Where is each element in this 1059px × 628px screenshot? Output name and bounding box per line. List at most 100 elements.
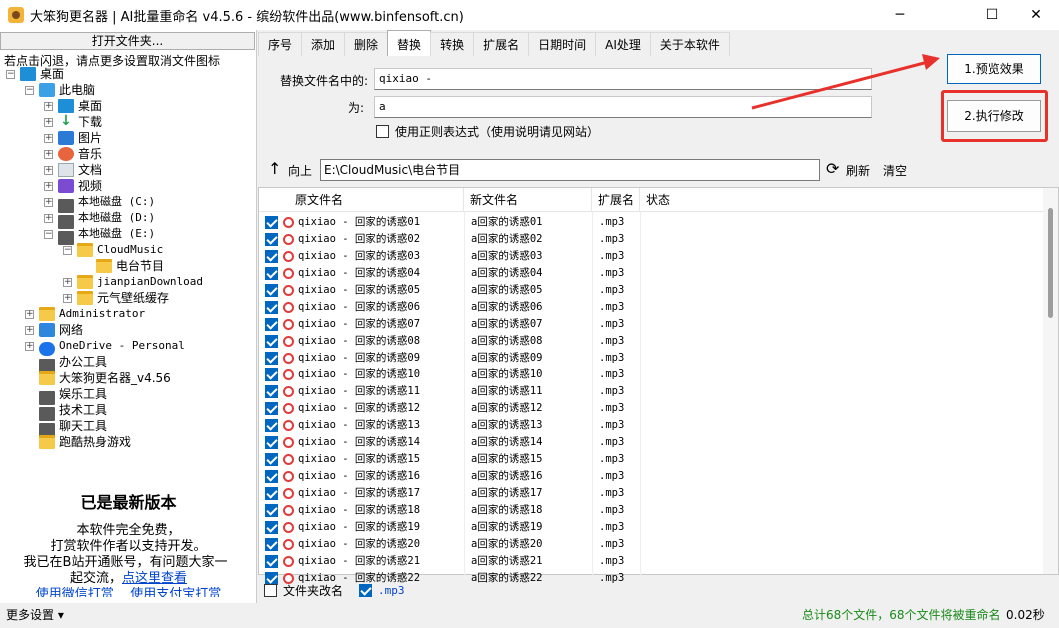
- row-checkbox[interactable]: [265, 249, 278, 263]
- folder-rename-checkbox[interactable]: [264, 583, 277, 597]
- tree-item[interactable]: 电台节目: [0, 258, 257, 274]
- row-checkbox[interactable]: [265, 385, 278, 399]
- row-checkbox[interactable]: [265, 537, 278, 551]
- tree-item[interactable]: + 本地磁盘 (D:): [0, 210, 257, 229]
- tree-item[interactable]: + 网络: [0, 322, 257, 338]
- clear-button[interactable]: 清空: [883, 162, 907, 179]
- up-arrow-icon[interactable]: ↑: [268, 159, 281, 178]
- row-checkbox[interactable]: [265, 503, 278, 517]
- more-settings-menu[interactable]: 更多设置 ▾: [0, 603, 257, 628]
- expand-icon[interactable]: +: [63, 294, 72, 303]
- row-checkbox[interactable]: [265, 520, 278, 534]
- expand-icon[interactable]: +: [25, 326, 34, 335]
- bilibili-link[interactable]: 点这里查看: [122, 571, 187, 586]
- row-checkbox[interactable]: [265, 300, 278, 314]
- tree-item[interactable]: 办公工具: [0, 354, 257, 373]
- table-row[interactable]: qixiao - 回家的诱惑02 a回家的诱惑02 .mp3: [259, 231, 1044, 248]
- row-checkbox[interactable]: [265, 232, 278, 246]
- row-checkbox[interactable]: [265, 317, 278, 331]
- table-row[interactable]: qixiao - 回家的诱惑11 a回家的诱惑11 .mp3: [259, 383, 1044, 400]
- expand-icon[interactable]: +: [63, 278, 72, 287]
- refresh-icon[interactable]: ⟳: [826, 159, 839, 178]
- collapse-icon[interactable]: −: [63, 246, 72, 255]
- tree-item[interactable]: − 本地磁盘 (E:): [0, 226, 257, 245]
- row-checkbox[interactable]: [265, 419, 278, 433]
- expand-icon[interactable]: +: [44, 182, 53, 191]
- col-original-name[interactable]: 原文件名: [289, 188, 464, 212]
- tree-item[interactable]: + 元气壁纸缓存: [0, 290, 257, 306]
- table-row[interactable]: qixiao - 回家的诱惑08 a回家的诱惑08 .mp3: [259, 333, 1044, 350]
- row-checkbox[interactable]: [265, 487, 278, 500]
- row-checkbox[interactable]: [265, 351, 278, 365]
- tree-item[interactable]: + jianpianDownload: [0, 274, 257, 290]
- table-row[interactable]: qixiao - 回家的诱惑15 a回家的诱惑15 .mp3: [259, 451, 1044, 468]
- tree-item[interactable]: + ↓ 下载: [0, 114, 257, 130]
- table-row[interactable]: qixiao - 回家的诱惑03 a回家的诱惑03 .mp3: [259, 248, 1044, 265]
- up-button[interactable]: 向上: [288, 162, 312, 179]
- tree-item[interactable]: + 图片: [0, 130, 257, 146]
- tree-item[interactable]: + 视频: [0, 178, 257, 194]
- row-checkbox[interactable]: [265, 554, 278, 568]
- expand-icon[interactable]: +: [44, 198, 53, 207]
- table-row[interactable]: qixiao - 回家的诱惑13 a回家的诱惑13 .mp3: [259, 417, 1044, 434]
- col-new-name[interactable]: 新文件名: [464, 188, 592, 212]
- table-row[interactable]: qixiao - 回家的诱惑06 a回家的诱惑06 .mp3: [259, 299, 1044, 316]
- open-folder-button[interactable]: 打开文件夹...: [0, 32, 255, 50]
- expand-icon[interactable]: +: [44, 166, 53, 175]
- table-row[interactable]: qixiao - 回家的诱惑19 a回家的诱惑19 .mp3: [259, 519, 1044, 536]
- table-row[interactable]: qixiao - 回家的诱惑05 a回家的诱惑05 .mp3: [259, 282, 1044, 299]
- close-button[interactable]: ✕: [1013, 0, 1059, 30]
- file-list[interactable]: 原文件名 新文件名 扩展名 状态 qixiao - 回家的诱惑01 a回家的诱惑0…: [258, 187, 1059, 585]
- table-row[interactable]: qixiao - 回家的诱惑10 a回家的诱惑10 .mp3: [259, 366, 1044, 383]
- table-row[interactable]: qixiao - 回家的诱惑04 a回家的诱惑04 .mp3: [259, 265, 1044, 282]
- row-checkbox[interactable]: [265, 368, 278, 382]
- tree-item[interactable]: 大笨狗更名器_v4.56: [0, 370, 257, 386]
- tree-item[interactable]: + 本地磁盘 (C:): [0, 194, 257, 213]
- tree-item[interactable]: − 桌面: [0, 66, 257, 82]
- table-row[interactable]: qixiao - 回家的诱惑14 a回家的诱惑14 .mp3: [259, 434, 1044, 451]
- table-row[interactable]: qixiao - 回家的诱惑17 a回家的诱惑17 .mp3: [259, 485, 1044, 502]
- tree-item[interactable]: + 桌面: [0, 98, 257, 114]
- row-checkbox[interactable]: [265, 334, 278, 348]
- vertical-scrollbar[interactable]: [1043, 188, 1058, 574]
- collapse-icon[interactable]: −: [25, 86, 34, 95]
- refresh-button[interactable]: 刷新: [846, 162, 870, 179]
- donate-links[interactable]: 使用微信打赏 使用支付宝打赏: [0, 587, 257, 597]
- row-checkbox[interactable]: [265, 436, 278, 450]
- row-checkbox[interactable]: [265, 266, 278, 280]
- row-checkbox[interactable]: [265, 283, 278, 297]
- collapse-icon[interactable]: −: [44, 230, 53, 239]
- table-row[interactable]: qixiao - 回家的诱惑09 a回家的诱惑09 .mp3: [259, 350, 1044, 367]
- table-row[interactable]: qixiao - 回家的诱惑18 a回家的诱惑18 .mp3: [259, 502, 1044, 519]
- expand-icon[interactable]: +: [44, 214, 53, 223]
- tree-item[interactable]: 聊天工具: [0, 418, 257, 437]
- tree-item[interactable]: 娱乐工具: [0, 386, 257, 405]
- tree-item[interactable]: + 文档: [0, 162, 257, 178]
- table-row[interactable]: qixiao - 回家的诱惑21 a回家的诱惑21 .mp3: [259, 553, 1044, 570]
- minimize-button[interactable]: ─: [877, 0, 923, 30]
- tree-item[interactable]: + Administrator: [0, 306, 257, 322]
- folder-tree[interactable]: − 桌面 − 此电脑 + 桌面 + ↓ 下载 + 图片 + 音乐 + 文档 + 视频 + 本地磁盘 (C:) + 本地磁…: [0, 66, 257, 450]
- row-checkbox[interactable]: [265, 216, 278, 229]
- maximize-button[interactable]: ☐: [969, 0, 1015, 30]
- collapse-icon[interactable]: −: [6, 70, 15, 79]
- tree-item[interactable]: + OneDrive - Personal: [0, 338, 257, 356]
- table-row[interactable]: qixiao - 回家的诱惑12 a回家的诱惑12 .mp3: [259, 400, 1044, 417]
- expand-icon[interactable]: +: [44, 134, 53, 143]
- ext-filter-checkbox[interactable]: [359, 583, 373, 597]
- col-extension[interactable]: 扩展名: [592, 188, 640, 212]
- table-row[interactable]: qixiao - 回家的诱惑01 a回家的诱惑01 .mp3: [259, 214, 1044, 231]
- tree-item[interactable]: 技术工具: [0, 402, 257, 421]
- tree-item[interactable]: − 此电脑: [0, 82, 257, 98]
- table-row[interactable]: qixiao - 回家的诱惑07 a回家的诱惑07 .mp3: [259, 316, 1044, 333]
- col-status[interactable]: 状态: [640, 188, 1044, 212]
- tree-item[interactable]: − CloudMusic: [0, 242, 257, 258]
- expand-icon[interactable]: +: [25, 310, 34, 319]
- path-input[interactable]: E:\CloudMusic\电台节目: [320, 159, 820, 181]
- table-row[interactable]: qixiao - 回家的诱惑16 a回家的诱惑16 .mp3: [259, 468, 1044, 485]
- tree-item[interactable]: 跑酷热身游戏: [0, 434, 257, 450]
- tree-item[interactable]: + 音乐: [0, 146, 257, 162]
- table-row[interactable]: qixiao - 回家的诱惑20 a回家的诱惑20 .mp3: [259, 536, 1044, 553]
- expand-icon[interactable]: +: [44, 150, 53, 159]
- scrollbar-thumb[interactable]: [1048, 208, 1053, 318]
